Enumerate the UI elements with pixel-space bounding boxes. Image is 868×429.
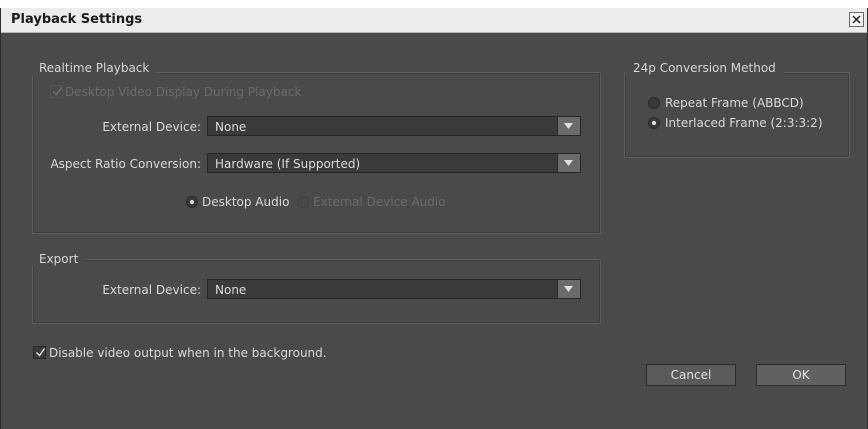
chevron-down-icon bbox=[564, 123, 573, 129]
aspect-ratio-label: Aspect Ratio Conversion: bbox=[50, 157, 201, 171]
aspect-ratio-select[interactable]: Hardware (If Supported) bbox=[207, 153, 581, 173]
close-icon bbox=[852, 15, 861, 24]
external-audio-label: External Device Audio bbox=[313, 195, 446, 209]
disable-output-checkbox[interactable] bbox=[33, 346, 46, 359]
chevron-down-icon bbox=[564, 160, 573, 166]
desktop-audio-label: Desktop Audio bbox=[202, 195, 290, 209]
external-device-value: None bbox=[215, 120, 247, 134]
realtime-playback-group-label: Realtime Playback bbox=[31, 61, 158, 75]
export-external-device-label: External Device: bbox=[102, 283, 201, 297]
cancel-button[interactable]: Cancel bbox=[646, 364, 736, 386]
desktop-audio-radio[interactable] bbox=[186, 196, 198, 208]
external-device-label: External Device: bbox=[102, 120, 201, 134]
check-icon bbox=[35, 348, 46, 357]
interlaced-frame-label: Interlaced Frame (2:3:3:2) bbox=[665, 116, 823, 130]
aspect-ratio-value: Hardware (If Supported) bbox=[215, 157, 361, 171]
chevron-down-icon bbox=[564, 286, 573, 292]
playback-settings-dialog: Playback Settings Realtime Playback Desk… bbox=[0, 8, 868, 429]
disable-output-label: Disable video output when in the backgro… bbox=[49, 346, 327, 360]
export-external-device-value: None bbox=[215, 283, 247, 297]
conversion-method-group-label: 24p Conversion Method bbox=[625, 61, 784, 75]
export-external-device-select[interactable]: None bbox=[207, 279, 581, 299]
dialog-title: Playback Settings bbox=[11, 12, 143, 27]
interlaced-frame-radio[interactable] bbox=[648, 117, 660, 129]
external-device-dropdown[interactable] bbox=[557, 117, 580, 135]
check-icon bbox=[53, 87, 63, 96]
desktop-video-checkbox[interactable] bbox=[50, 85, 63, 98]
desktop-video-label: Desktop Video Display During Playback bbox=[65, 85, 302, 99]
external-device-select[interactable]: None bbox=[207, 116, 581, 136]
external-audio-radio[interactable] bbox=[297, 196, 309, 208]
aspect-ratio-dropdown[interactable] bbox=[557, 154, 580, 172]
close-button[interactable] bbox=[849, 12, 864, 27]
repeat-frame-label: Repeat Frame (ABBCD) bbox=[665, 96, 804, 110]
export-external-device-dropdown[interactable] bbox=[557, 280, 580, 298]
conversion-method-group bbox=[624, 72, 850, 158]
export-group-label: Export bbox=[31, 252, 87, 266]
title-bar: Playback Settings bbox=[1, 8, 867, 33]
repeat-frame-radio[interactable] bbox=[648, 97, 660, 109]
ok-button[interactable]: OK bbox=[756, 364, 846, 386]
